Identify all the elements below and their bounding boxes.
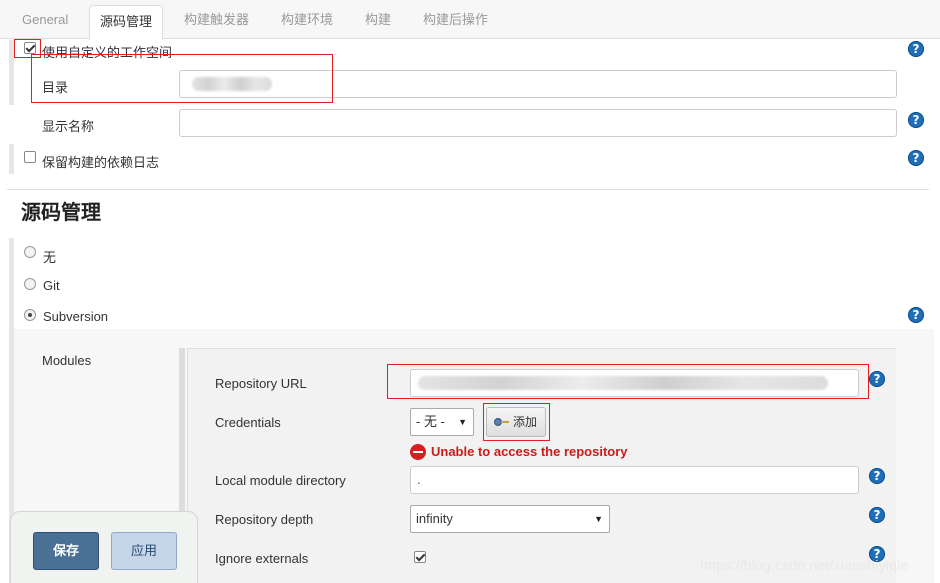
tab-general[interactable]: General bbox=[22, 9, 68, 31]
local-module-directory-input[interactable]: . bbox=[410, 466, 859, 494]
custom-workspace-label: 使用自定义的工作空间 bbox=[42, 45, 173, 60]
repository-depth-label: Repository depth bbox=[215, 512, 314, 527]
keep-dependency-log-checkbox[interactable] bbox=[24, 151, 36, 163]
help-icon[interactable]: ? bbox=[869, 371, 885, 387]
directory-label: 目录 bbox=[42, 80, 69, 95]
scm-option-git-label: Git bbox=[43, 278, 60, 293]
custom-workspace-checkbox[interactable] bbox=[24, 42, 36, 54]
credentials-selected-value: - 无 - bbox=[416, 414, 445, 429]
help-icon[interactable]: ? bbox=[908, 150, 924, 166]
local-module-directory-label: Local module directory bbox=[215, 473, 346, 488]
help-icon[interactable]: ? bbox=[869, 507, 885, 523]
redacted-text-blur bbox=[192, 77, 272, 91]
help-icon[interactable]: ? bbox=[908, 112, 924, 128]
help-icon[interactable]: ? bbox=[908, 41, 924, 57]
tab-build[interactable]: 构建 bbox=[365, 9, 391, 31]
modules-label: Modules bbox=[42, 353, 92, 368]
tab-build-environment[interactable]: 构建环境 bbox=[281, 9, 333, 31]
watermark: https://blog.csdn.net/xiaoshiyiqie bbox=[700, 557, 909, 573]
keep-dependency-log-label: 保留构建的依赖日志 bbox=[42, 155, 160, 170]
tab-post-build-actions[interactable]: 构建后操作 bbox=[423, 9, 488, 31]
credentials-select[interactable]: - 无 - ▼ bbox=[410, 408, 474, 436]
add-credentials-label: 添加 bbox=[513, 415, 538, 429]
scm-radio-none[interactable] bbox=[24, 246, 36, 258]
repository-url-label: Repository URL bbox=[215, 376, 307, 391]
directory-input[interactable] bbox=[179, 70, 897, 98]
repository-depth-selected-value: infinity bbox=[416, 511, 453, 526]
repository-error-message: Unable to access the repository bbox=[431, 444, 628, 459]
display-name-input[interactable] bbox=[179, 109, 897, 137]
scm-option-subversion-label: Subversion bbox=[43, 309, 109, 324]
section-divider bbox=[7, 189, 929, 190]
help-icon[interactable]: ? bbox=[908, 307, 924, 323]
apply-button[interactable]: 应用 bbox=[111, 532, 177, 570]
add-credentials-button[interactable]: 添加 bbox=[486, 407, 546, 437]
display-name-label: 显示名称 bbox=[42, 119, 95, 134]
save-button[interactable]: 保存 bbox=[33, 532, 99, 570]
redacted-url-blur bbox=[418, 376, 828, 390]
nested-block-bar bbox=[9, 40, 14, 105]
scm-radio-git[interactable] bbox=[24, 278, 36, 290]
chevron-down-icon: ▼ bbox=[594, 514, 603, 524]
scm-option-none-label: 无 bbox=[43, 250, 57, 265]
ignore-externals-label: Ignore externals bbox=[215, 551, 309, 566]
config-tab-bar: General 源码管理 构建触发器 构建环境 构建 构建后操作 bbox=[0, 0, 940, 40]
ignore-externals-checkbox[interactable] bbox=[414, 551, 426, 563]
credentials-label: Credentials bbox=[215, 415, 281, 430]
scm-radio-subversion[interactable] bbox=[24, 309, 36, 321]
error-icon bbox=[410, 444, 426, 460]
key-icon bbox=[494, 418, 509, 426]
chevron-down-icon: ▼ bbox=[458, 417, 467, 427]
tab-build-triggers[interactable]: 构建触发器 bbox=[184, 9, 249, 31]
repository-depth-select[interactable]: infinity ▼ bbox=[410, 505, 610, 533]
tab-source-code-management[interactable]: 源码管理 bbox=[89, 5, 164, 40]
section-title: 源码管理 bbox=[21, 202, 101, 224]
help-icon[interactable]: ? bbox=[869, 468, 885, 484]
nested-block-bar bbox=[9, 144, 14, 174]
